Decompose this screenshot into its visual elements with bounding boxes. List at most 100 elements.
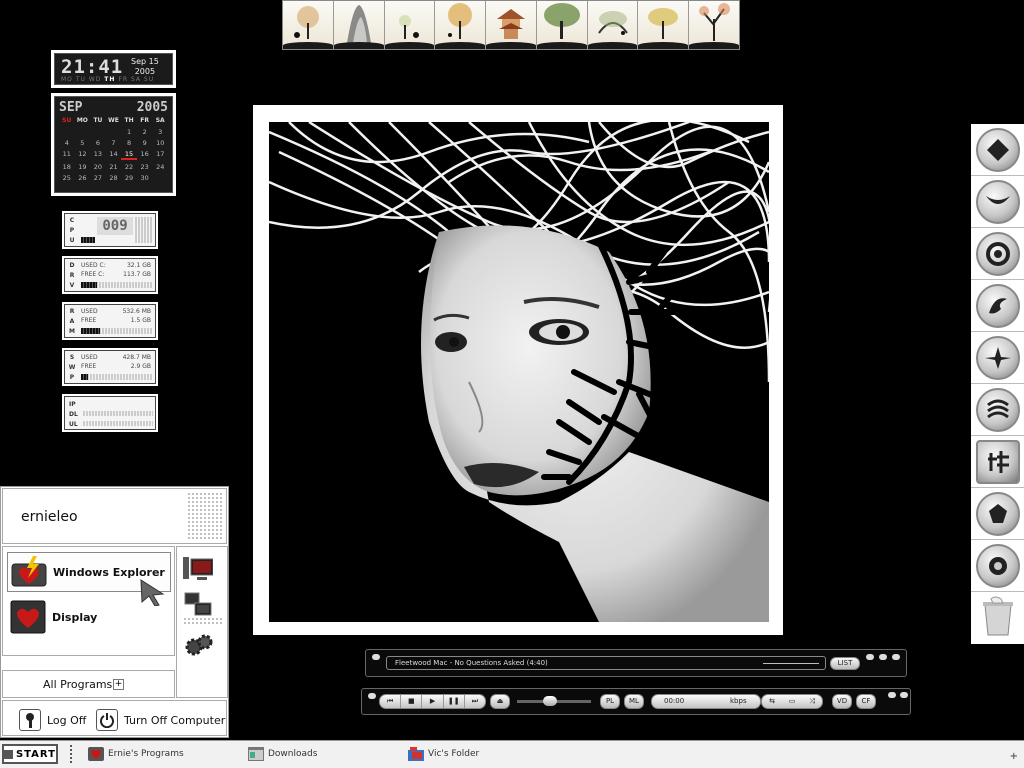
taskbar-item-ernies-programs[interactable]: Ernie's Programs: [88, 747, 184, 761]
previous-button[interactable]: ⏮: [380, 695, 402, 708]
calendar-day[interactable]: 15: [121, 150, 137, 160]
calendar-day[interactable]: 4: [59, 139, 75, 147]
control-panel-gears-icon[interactable]: [185, 633, 213, 661]
cpu-meter: CPU 009: [62, 211, 158, 249]
calendar-day[interactable]: 14: [106, 150, 122, 160]
calendar-day[interactable]: 22: [121, 163, 137, 171]
banner-tile-9: [689, 1, 740, 49]
dock-item-8[interactable]: [971, 488, 1024, 540]
calendar-day[interactable]: 12: [75, 150, 91, 160]
all-programs-button[interactable]: All Programs +: [2, 670, 175, 698]
calendar-day[interactable]: 24: [152, 163, 168, 171]
dock-item-5[interactable]: [971, 332, 1024, 384]
stop-button[interactable]: ■: [401, 695, 423, 708]
calendar-day[interactable]: 25: [59, 174, 75, 182]
swap-used-label: USED: [81, 354, 98, 361]
taskbar-item-vics-folder[interactable]: Vic's Folder: [408, 747, 479, 761]
list-button[interactable]: LIST: [830, 657, 860, 670]
next-button[interactable]: ⏭: [465, 695, 485, 708]
swap-free-value: 2.9 GB: [130, 363, 151, 370]
shuffle-icon[interactable]: ⤨: [802, 695, 822, 708]
calendar-day[interactable]: [59, 128, 75, 136]
calendar-day[interactable]: 16: [137, 150, 153, 160]
dock-item-6[interactable]: [971, 384, 1024, 436]
repeat-icon[interactable]: ⇆: [762, 695, 782, 708]
ram-used-value: 532.6 MB: [122, 308, 151, 315]
play-button[interactable]: ▶: [422, 695, 444, 708]
calendar-day[interactable]: 26: [75, 174, 91, 182]
calendar-weekday: SU: [62, 117, 72, 124]
player-bottom-button-1[interactable]: [888, 692, 896, 698]
calendar-weekday: TH: [124, 117, 134, 124]
calendar-day[interactable]: 10: [152, 139, 168, 147]
start-menu-header: ernieleo: [2, 488, 227, 544]
calendar-day[interactable]: 11: [59, 150, 75, 160]
taskbar-expand-icon[interactable]: +: [1010, 751, 1018, 762]
player-shade-button[interactable]: [879, 654, 887, 660]
calendar-day[interactable]: 19: [75, 163, 91, 171]
dock-item-9[interactable]: [971, 540, 1024, 592]
calendar-day[interactable]: [90, 128, 106, 136]
emblem-icon-4: [975, 283, 1020, 328]
dock-item-recycle-bin[interactable]: [971, 592, 1024, 644]
calendar-day[interactable]: 20: [90, 163, 106, 171]
player-close-button[interactable]: [892, 654, 900, 660]
player-minimize-button[interactable]: [866, 654, 874, 660]
menu-item-label: Display: [52, 610, 98, 624]
calendar-day[interactable]: [75, 128, 91, 136]
dock-item-1[interactable]: [971, 124, 1024, 176]
pause-button[interactable]: ❚❚: [444, 695, 465, 708]
start-button[interactable]: START: [2, 744, 58, 764]
calendar-day[interactable]: 2: [137, 128, 153, 136]
player-bottom-button-2[interactable]: [900, 692, 908, 698]
calendar-day[interactable]: 13: [90, 150, 106, 160]
calendar-day[interactable]: 17: [152, 150, 168, 160]
taskbar-item-downloads[interactable]: Downloads: [248, 747, 317, 761]
calendar-day[interactable]: 29: [121, 174, 137, 182]
volume-knob[interactable]: [543, 696, 558, 706]
calendar-day[interactable]: 5: [75, 139, 91, 147]
calendar-day[interactable]: 28: [106, 174, 122, 182]
calendar-day[interactable]: 18: [59, 163, 75, 171]
calendar-day[interactable]: 1: [121, 128, 137, 136]
emblem-icon-1: [975, 127, 1020, 172]
clock-weekday: TU: [75, 76, 89, 83]
calendar-day[interactable]: [106, 128, 122, 136]
track-seek-line[interactable]: [763, 663, 819, 664]
playlist-button[interactable]: PL: [600, 694, 620, 709]
now-playing: Fleetwood Mac - No Questions Asked (4:40…: [386, 656, 826, 670]
turn-off-button[interactable]: Turn Off Computer: [96, 709, 225, 731]
start-label: START: [15, 748, 56, 760]
dock-item-3[interactable]: [971, 228, 1024, 280]
taskbar-item-label: Downloads: [268, 749, 318, 759]
calendar-day[interactable]: 3: [152, 128, 168, 136]
eject-button[interactable]: ⏏: [490, 694, 510, 709]
emblem-icon-2: [975, 179, 1020, 224]
volume-slider[interactable]: [517, 696, 591, 706]
log-off-button[interactable]: Log Off: [19, 709, 86, 731]
calendar-day[interactable]: 27: [90, 174, 106, 182]
media-player-controls: ⏮ ■ ▶ ❚❚ ⏭ ⏏ PL ML 00:00 kbps ⇆ ▭ ⤨ VD CF: [361, 688, 911, 715]
swap-free-label: FREE: [81, 363, 97, 370]
vd-button[interactable]: VD: [832, 694, 852, 709]
taskbar-separator[interactable]: [70, 745, 72, 763]
calendar-day[interactable]: 7: [106, 139, 122, 147]
calendar-day[interactable]: 23: [137, 163, 153, 171]
banner-tile-6: [536, 1, 588, 49]
calendar-day[interactable]: 21: [106, 163, 122, 171]
dock-item-7[interactable]: [971, 436, 1024, 488]
dock-item-2[interactable]: [971, 176, 1024, 228]
media-library-button[interactable]: ML: [624, 694, 644, 709]
my-computer-icon[interactable]: [183, 555, 214, 587]
eq-icon[interactable]: ▭: [782, 695, 802, 708]
calendar-day[interactable]: [152, 174, 168, 182]
calendar-day[interactable]: 8: [121, 139, 137, 147]
ram-meter: RAM USED 532.6 MB FREE 1.5 GB: [62, 302, 158, 340]
dock-item-4[interactable]: [971, 280, 1024, 332]
network-labels: IP DL UL: [69, 400, 78, 430]
calendar-day[interactable]: 30: [137, 174, 153, 182]
calendar-day[interactable]: 6: [90, 139, 106, 147]
cf-button[interactable]: CF: [856, 694, 876, 709]
calendar-day[interactable]: 9: [137, 139, 153, 147]
banner-tile-2: [333, 1, 385, 49]
